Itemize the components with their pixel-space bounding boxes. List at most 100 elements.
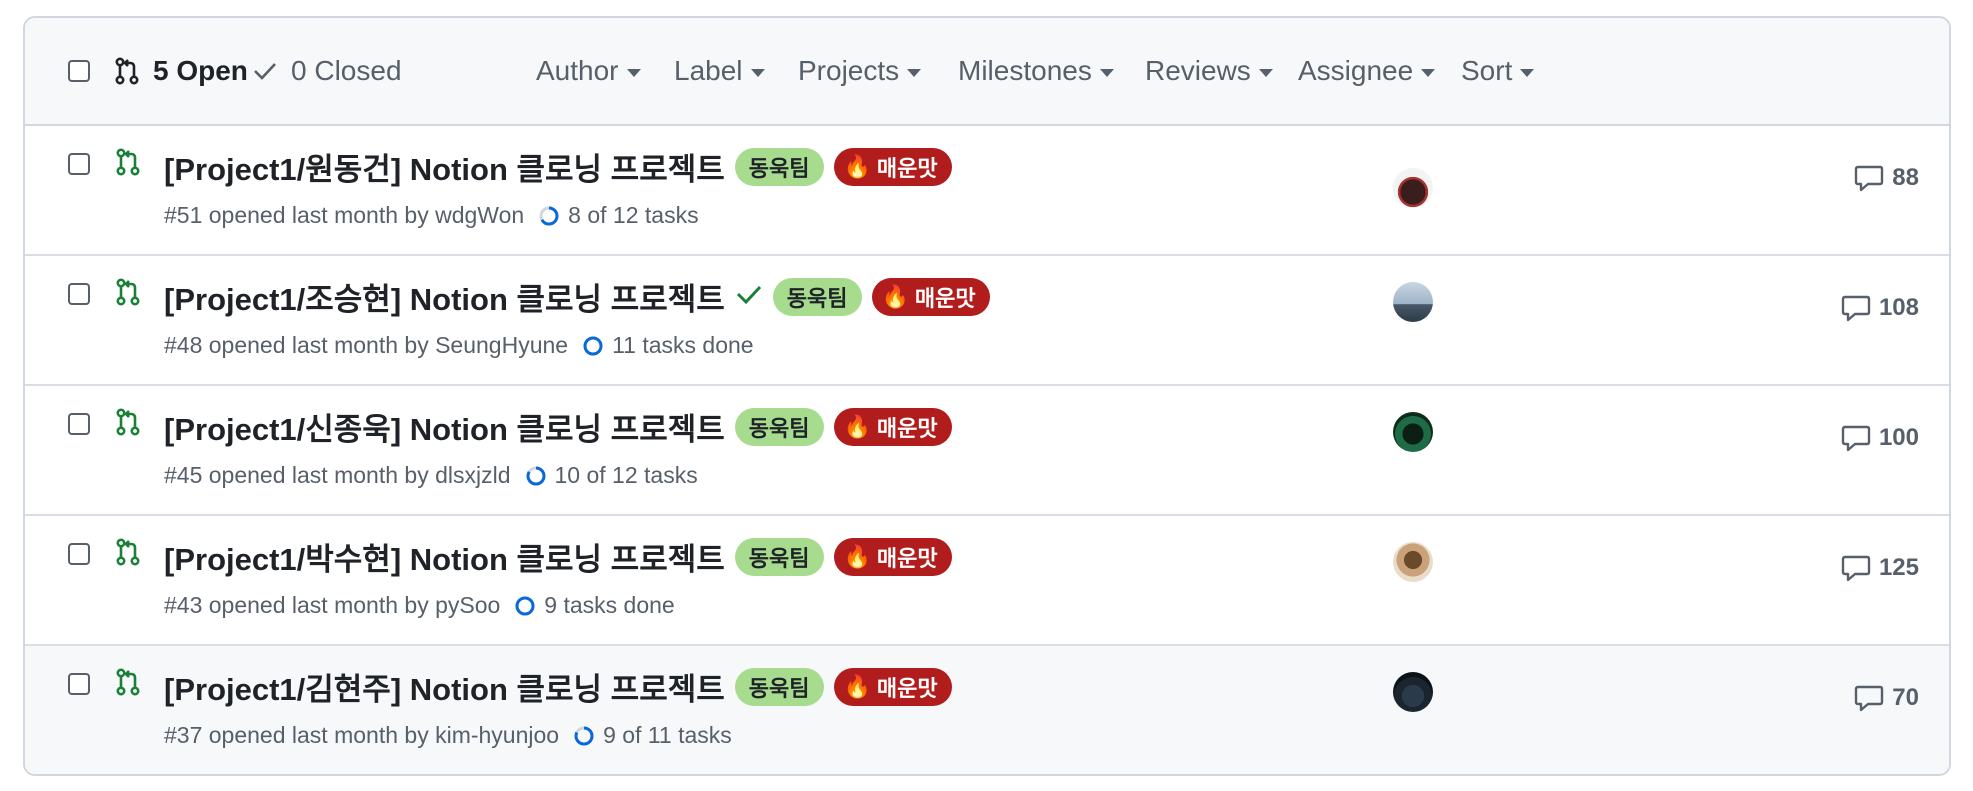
task-progress[interactable]: 9 tasks done xyxy=(514,592,675,619)
sort-filter-label: Sort xyxy=(1461,55,1513,86)
pull-request-row[interactable]: [Project1/신종욱] Notion 클로닝 프로젝트 동욱팀 🔥 매운맛 … xyxy=(25,386,1949,516)
assignee-avatar[interactable] xyxy=(1393,168,1433,208)
assignee-filter[interactable]: Assignee xyxy=(1298,18,1436,124)
comment-icon xyxy=(1855,165,1884,192)
spicy-label[interactable]: 🔥 매운맛 xyxy=(871,277,990,316)
progress-ring-icon xyxy=(515,596,535,615)
spicy-label-text: 매운맛 xyxy=(876,675,938,701)
sort-filter[interactable]: Sort xyxy=(1461,18,1535,124)
fire-icon: 🔥 xyxy=(881,283,909,309)
author-filter-label: Author xyxy=(536,55,619,86)
milestones-filter[interactable]: Milestones xyxy=(958,18,1114,124)
projects-filter[interactable]: Projects xyxy=(798,18,922,124)
progress-ring-icon xyxy=(526,466,545,485)
opened-by-text: #43 opened last month by pySoo xyxy=(164,592,501,618)
pull-request-title[interactable]: [Project1/김현주] Notion 클로닝 프로젝트 xyxy=(164,664,725,709)
spicy-label[interactable]: 🔥 매운맛 xyxy=(833,537,952,576)
task-progress[interactable]: 9 of 11 tasks xyxy=(573,722,732,749)
pull-request-meta: #51 opened last month by wdgWon 8 of 12 … xyxy=(164,202,699,229)
task-progress-text: 10 of 12 tasks xyxy=(554,462,698,488)
label-filter-label: Label xyxy=(674,55,743,86)
comment-count: 108 xyxy=(1878,294,1919,321)
opened-by-text: #45 opened last month by dlsxjzld xyxy=(164,462,511,488)
closed-count: 0 Closed xyxy=(291,55,402,86)
caret-down-icon xyxy=(626,68,641,77)
spicy-label-text: 매운맛 xyxy=(876,155,938,181)
spicy-label[interactable]: 🔥 매운맛 xyxy=(833,407,952,446)
spicy-label-text: 매운맛 xyxy=(914,285,976,311)
caret-down-icon xyxy=(750,68,765,77)
assignee-avatar[interactable] xyxy=(1393,412,1433,452)
team-label[interactable]: 동욱팀 xyxy=(734,407,824,446)
progress-ring-icon xyxy=(583,336,603,355)
spicy-label[interactable]: 🔥 매운맛 xyxy=(833,147,952,186)
team-label[interactable]: 동욱팀 xyxy=(734,537,824,576)
comments-link[interactable]: 125 xyxy=(1841,554,1919,582)
author-filter[interactable]: Author xyxy=(536,18,641,124)
git-pull-request-open-icon xyxy=(116,278,140,311)
comment-icon xyxy=(1841,295,1871,322)
git-pull-request-open-icon xyxy=(116,148,140,181)
git-pull-request-open-icon xyxy=(116,538,140,571)
comment-icon xyxy=(1855,685,1884,712)
title-line: [Project1/원동건] Notion 클로닝 프로젝트 동욱팀 🔥 매운맛 xyxy=(164,144,952,189)
pull-request-title[interactable]: [Project1/원동건] Notion 클로닝 프로젝트 xyxy=(164,144,725,189)
open-filter[interactable]: 5 Open xyxy=(115,18,248,124)
pull-request-row[interactable]: [Project1/박수현] Notion 클로닝 프로젝트 동욱팀 🔥 매운맛 … xyxy=(25,516,1949,646)
caret-down-icon xyxy=(907,68,922,77)
task-progress-text: 9 of 11 tasks xyxy=(603,722,732,748)
row-checkbox[interactable] xyxy=(68,543,90,565)
projects-filter-label: Projects xyxy=(798,55,900,86)
pull-request-meta: #45 opened last month by dlsxjzld 10 of … xyxy=(164,462,698,489)
assignee-avatar[interactable] xyxy=(1393,282,1433,322)
task-progress-text: 9 tasks done xyxy=(544,592,675,618)
pull-request-meta: #43 opened last month by pySoo 9 tasks d… xyxy=(164,592,675,619)
team-label-text: 동욱팀 xyxy=(748,675,810,701)
comment-count: 88 xyxy=(1892,164,1919,191)
check-icon xyxy=(253,61,277,81)
caret-down-icon xyxy=(1258,68,1273,77)
row-checkbox[interactable] xyxy=(68,413,90,435)
team-label[interactable]: 동욱팀 xyxy=(734,667,824,706)
pull-request-row[interactable]: [Project1/원동건] Notion 클로닝 프로젝트 동욱팀 🔥 매운맛 … xyxy=(25,126,1949,256)
task-progress-text: 11 tasks done xyxy=(612,332,754,358)
comments-link[interactable]: 100 xyxy=(1841,424,1919,452)
pull-request-title[interactable]: [Project1/조승현] Notion 클로닝 프로젝트 xyxy=(164,274,725,319)
comments-link[interactable]: 88 xyxy=(1854,164,1919,192)
spicy-label[interactable]: 🔥 매운맛 xyxy=(833,667,952,706)
pull-request-title[interactable]: [Project1/박수현] Notion 클로닝 프로젝트 xyxy=(164,534,725,579)
opened-by-text: #48 opened last month by SeungHyune xyxy=(164,332,569,358)
assignee-filter-label: Assignee xyxy=(1298,55,1414,86)
team-label[interactable]: 동욱팀 xyxy=(772,277,862,316)
select-all-checkbox[interactable] xyxy=(68,60,90,82)
comments-link[interactable]: 108 xyxy=(1841,294,1919,322)
task-progress[interactable]: 8 of 12 tasks xyxy=(538,202,699,229)
row-checkbox[interactable] xyxy=(68,283,90,305)
git-pull-request-open-icon xyxy=(116,408,140,441)
spicy-label-text: 매운맛 xyxy=(876,415,938,441)
task-progress[interactable]: 11 tasks done xyxy=(582,332,754,359)
comment-icon xyxy=(1841,555,1871,582)
pull-request-row[interactable]: [Project1/조승현] Notion 클로닝 프로젝트 동욱팀 🔥 매운맛 … xyxy=(25,256,1949,386)
title-line: [Project1/조승현] Notion 클로닝 프로젝트 동욱팀 🔥 매운맛 xyxy=(164,274,990,319)
label-filter[interactable]: Label xyxy=(674,18,765,124)
reviews-filter-label: Reviews xyxy=(1145,55,1251,86)
reviews-filter[interactable]: Reviews xyxy=(1145,18,1273,124)
team-label-text: 동욱팀 xyxy=(786,285,848,311)
caret-down-icon xyxy=(1099,68,1114,77)
closed-filter[interactable]: 0 Closed xyxy=(253,18,402,124)
team-label-text: 동욱팀 xyxy=(748,415,810,441)
pull-request-row[interactable]: [Project1/김현주] Notion 클로닝 프로젝트 동욱팀 🔥 매운맛 … xyxy=(25,646,1949,774)
assignee-avatar[interactable] xyxy=(1393,672,1433,712)
team-label-text: 동욱팀 xyxy=(748,155,810,181)
row-checkbox[interactable] xyxy=(68,673,90,695)
task-progress[interactable]: 10 of 12 tasks xyxy=(525,462,698,489)
comments-link[interactable]: 70 xyxy=(1854,684,1919,712)
fire-icon: 🔥 xyxy=(843,413,871,439)
row-checkbox[interactable] xyxy=(68,153,90,175)
pull-request-title[interactable]: [Project1/신종욱] Notion 클로닝 프로젝트 xyxy=(164,404,725,449)
assignee-avatar[interactable] xyxy=(1393,542,1433,582)
check-success-icon[interactable] xyxy=(735,283,763,310)
pull-request-meta: #48 opened last month by SeungHyune 11 t… xyxy=(164,332,754,359)
team-label[interactable]: 동욱팀 xyxy=(734,147,824,186)
